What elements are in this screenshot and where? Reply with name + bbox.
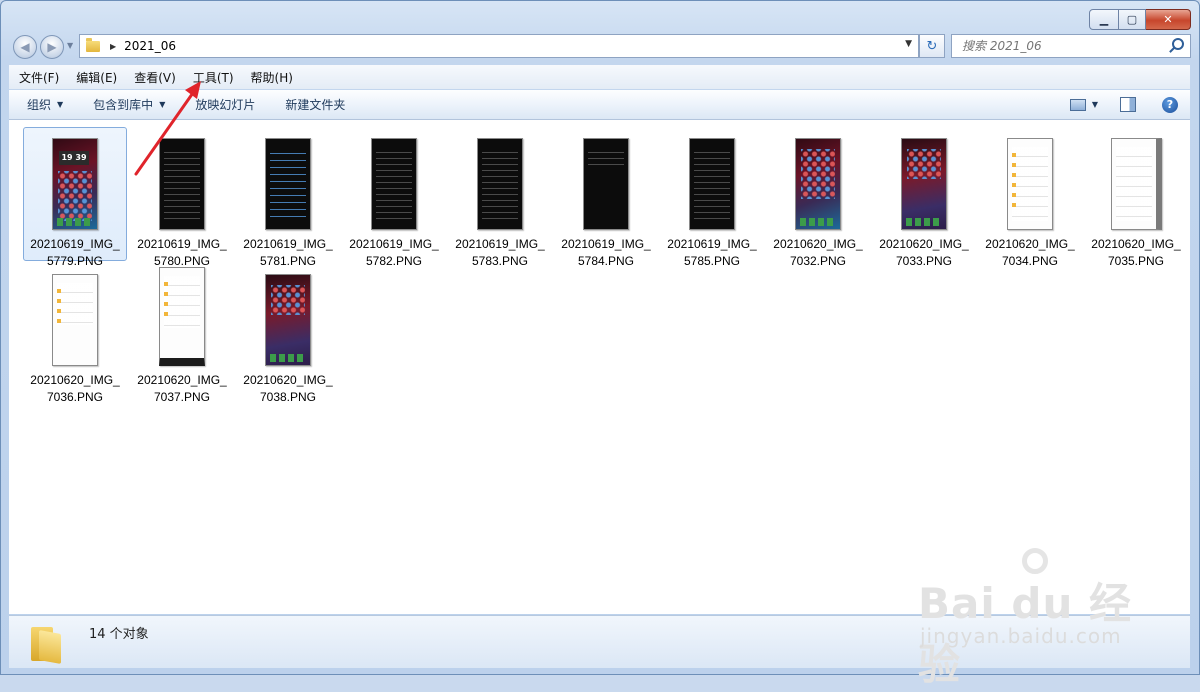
file-item[interactable]: 20210619_IMG_ 5780.PNG xyxy=(130,128,234,268)
change-view-icon[interactable] xyxy=(1069,98,1086,111)
file-item[interactable]: 20210619_IMG_ 5785.PNG xyxy=(660,128,764,268)
file-item[interactable]: 20210620_IMG_ 7032.PNG xyxy=(766,128,870,268)
file-item[interactable]: 20210620_IMG_ 7036.PNG xyxy=(23,264,127,404)
file-item[interactable]: 20210620_IMG_ 7037.PNG xyxy=(130,264,234,404)
image-thumbnail xyxy=(689,138,735,230)
watermark-url: jingyan.baidu.com xyxy=(920,624,1122,648)
new-folder-button[interactable]: 新建文件夹 xyxy=(285,96,345,113)
back-arrow-icon: ◀ xyxy=(20,40,30,54)
menu-file[interactable]: 文件(F) xyxy=(9,69,66,86)
file-item[interactable]: 20210620_IMG_ 7038.PNG xyxy=(236,264,340,404)
address-dropdown-icon[interactable]: ▼ xyxy=(905,39,912,49)
maximize-button[interactable]: ▢ xyxy=(1119,9,1146,30)
file-name: 20210619_IMG_ 5785.PNG xyxy=(667,237,757,268)
file-name: 20210620_IMG_ 7035.PNG xyxy=(1091,237,1181,268)
view-options-dropdown-icon[interactable]: ▼ xyxy=(1092,100,1098,109)
file-item[interactable]: 20210619_IMG_ 5784.PNG xyxy=(554,128,658,268)
file-item[interactable]: 19 39 20210619_IMG_ 5779.PNG xyxy=(23,127,127,268)
image-thumbnail: 19 39 xyxy=(52,138,98,230)
forward-button[interactable]: ▶ xyxy=(40,35,64,59)
file-name: 20210620_IMG_ 7038.PNG xyxy=(243,373,333,404)
breadcrumb-current[interactable]: 2021_06 xyxy=(124,39,176,53)
back-button[interactable]: ◀ xyxy=(13,35,37,59)
file-item[interactable]: 20210620_IMG_ 7035.PNG xyxy=(1084,128,1188,268)
image-thumbnail xyxy=(265,138,311,230)
new-folder-label: 新建文件夹 xyxy=(285,98,346,112)
file-name: 20210620_IMG_ 7037.PNG xyxy=(137,373,227,404)
menu-view[interactable]: 查看(V) xyxy=(124,69,183,86)
image-thumbnail xyxy=(52,274,98,366)
breadcrumb-chevron-icon[interactable]: ▶ xyxy=(110,42,116,51)
file-name: 20210619_IMG_ 5784.PNG xyxy=(561,237,651,268)
item-count: 14 个对象 xyxy=(89,627,149,642)
chevron-down-icon: ▼ xyxy=(159,100,166,109)
file-item[interactable]: 20210619_IMG_ 5783.PNG xyxy=(448,128,552,268)
menu-edit[interactable]: 编辑(E) xyxy=(66,69,124,86)
image-thumbnail xyxy=(583,138,629,230)
file-name: 20210619_IMG_ 5783.PNG xyxy=(455,237,545,268)
image-thumbnail xyxy=(795,138,841,230)
image-thumbnail xyxy=(159,267,205,366)
close-button[interactable]: ✕ xyxy=(1146,9,1191,30)
file-item[interactable]: 20210620_IMG_ 7034.PNG xyxy=(978,128,1082,268)
folder-icon xyxy=(86,37,100,52)
slideshow-button[interactable]: 放映幻灯片 xyxy=(195,96,255,113)
address-bar[interactable]: ▶ 2021_06 ▼ xyxy=(79,34,919,58)
file-item[interactable]: 20210620_IMG_ 7033.PNG xyxy=(872,128,976,268)
file-item[interactable]: 20210619_IMG_ 5782.PNG xyxy=(342,128,446,268)
image-thumbnail xyxy=(265,274,311,366)
refresh-icon: ↻ xyxy=(926,38,938,54)
recent-pages-dropdown[interactable]: ▼ xyxy=(67,41,73,50)
caption-buttons: ▁ ▢ ✕ xyxy=(1089,9,1191,30)
search-box[interactable] xyxy=(951,34,1191,58)
organize-button[interactable]: 组织 ▼ xyxy=(27,96,63,113)
file-name: 20210620_IMG_ 7033.PNG xyxy=(879,237,969,268)
menu-bar: 文件(F) 编辑(E) 查看(V) 工具(T) 帮助(H) xyxy=(9,65,1190,89)
command-bar: 组织 ▼ 包含到库中 ▼ 放映幻灯片 新建文件夹 ▼ ? xyxy=(9,90,1190,120)
minimize-icon: ▁ xyxy=(1099,13,1109,26)
organize-label: 组织 xyxy=(27,98,52,112)
search-icon[interactable] xyxy=(1172,38,1184,50)
menu-help[interactable]: 帮助(H) xyxy=(241,69,300,86)
file-name: 20210620_IMG_ 7032.PNG xyxy=(773,237,863,268)
image-thumbnail xyxy=(371,138,417,230)
folder-icon xyxy=(31,624,61,664)
file-name: 20210620_IMG_ 7036.PNG xyxy=(30,373,120,404)
forward-arrow-icon: ▶ xyxy=(47,40,57,54)
search-input[interactable] xyxy=(960,38,1164,54)
image-thumbnail xyxy=(1110,138,1162,230)
file-name: 20210620_IMG_ 7034.PNG xyxy=(985,237,1075,268)
help-icon[interactable]: ? xyxy=(1162,96,1178,113)
view-controls: ▼ ? xyxy=(1069,90,1190,119)
file-item[interactable]: 20210619_IMG_ 5781.PNG xyxy=(236,128,340,268)
image-thumbnail xyxy=(477,138,523,230)
image-thumbnail xyxy=(1007,138,1053,230)
menu-tools[interactable]: 工具(T) xyxy=(183,69,241,86)
image-thumbnail xyxy=(901,138,947,230)
minimize-button[interactable]: ▁ xyxy=(1089,9,1119,30)
include-in-library-button[interactable]: 包含到库中 ▼ xyxy=(93,96,165,113)
maximize-icon: ▢ xyxy=(1126,13,1138,26)
image-thumbnail xyxy=(159,138,205,230)
slideshow-label: 放映幻灯片 xyxy=(195,98,256,112)
include-library-label: 包含到库中 xyxy=(93,98,154,112)
close-icon: ✕ xyxy=(1163,13,1173,26)
file-list-area[interactable]: 19 39 20210619_IMG_ 5779.PNG 20210619_IMG… xyxy=(9,120,1190,614)
preview-pane-icon[interactable] xyxy=(1120,97,1136,112)
chevron-down-icon: ▼ xyxy=(57,100,64,109)
thumbnail-clock-text: 19 39 xyxy=(59,151,89,165)
file-name: 20210619_IMG_ 5782.PNG xyxy=(349,237,439,268)
baidu-jingyan-watermark: Bai du 经验 jingyan.baidu.com xyxy=(918,548,1158,689)
refresh-button[interactable]: ↻ xyxy=(919,34,945,58)
